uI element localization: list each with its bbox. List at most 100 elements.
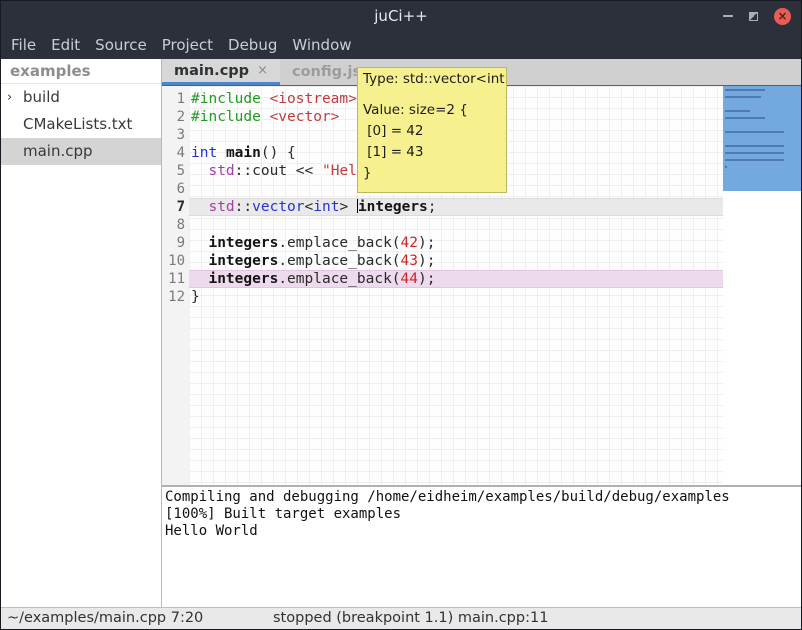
minimap-slider[interactable]	[723, 86, 802, 191]
header-area: juCi++ × File Edit Source Project Debug Windo…	[1, 1, 801, 59]
file-tree: › build CMakeLists.txt main.cpp	[1, 84, 161, 165]
code-line-10[interactable]: integers.emplace_back(43);	[189, 252, 723, 270]
code-token: .emplace_back(	[278, 271, 400, 287]
line-number[interactable]: 2	[162, 108, 189, 126]
code-line-7[interactable]: std::vector<int> integers;	[189, 198, 723, 216]
restore-icon[interactable]	[749, 12, 758, 21]
code-token: <iostream>	[270, 91, 357, 107]
output-line: [100%] Built target examples	[165, 506, 802, 523]
menu-item-debug[interactable]: Debug	[228, 36, 277, 54]
file-tree-panel: examples › build CMakeLists.txt main.cpp	[1, 59, 161, 607]
code-token: vector	[252, 199, 304, 215]
minimap-code-line	[725, 110, 750, 112]
tooltip-value-block: Value: size=2 { [0] = 42 [1] = 43}	[363, 100, 501, 184]
line-number[interactable]: 8	[162, 216, 189, 234]
window-title: juCi++	[1, 7, 801, 25]
tab-label: main.cpp	[174, 63, 249, 79]
minimize-icon[interactable]	[723, 15, 733, 17]
debug-value-tooltip: Type: std::vector<int> Value: size=2 { […	[357, 67, 507, 193]
line-number[interactable]: 1	[162, 90, 189, 108]
menu-item-file[interactable]: File	[11, 36, 36, 54]
status-file-location: ~/examples/main.cpp 7:20	[7, 610, 203, 626]
code-token: integers	[208, 235, 278, 251]
code-token	[191, 235, 208, 251]
code-token: () {	[261, 145, 296, 161]
sidebar-item-cmakelists-txt[interactable]: CMakeLists.txt	[1, 111, 161, 138]
code-token	[191, 163, 208, 179]
menu-item-project[interactable]: Project	[162, 36, 213, 54]
code-token: main	[226, 145, 261, 161]
menu-item-window[interactable]: Window	[292, 36, 351, 54]
code-token: integers	[358, 199, 428, 215]
line-number[interactable]: 4	[162, 144, 189, 162]
code-token: 42	[401, 235, 418, 251]
code-token: );	[418, 235, 435, 251]
minimap-code-line	[725, 159, 784, 161]
code-token: .emplace_back(	[278, 235, 400, 251]
file-tree-header: examples	[1, 59, 161, 84]
line-number[interactable]: 5	[162, 162, 189, 180]
code-token: .emplace_back(	[278, 253, 400, 269]
line-number-gutter[interactable]: 123456789101112	[162, 86, 189, 485]
expander-icon[interactable]: ›	[7, 84, 12, 111]
output-panel[interactable]: Compiling and debugging /home/eidheim/ex…	[162, 485, 802, 607]
menu-item-source[interactable]: Source	[95, 36, 147, 54]
code-token: integers	[208, 253, 278, 269]
line-number[interactable]: 12	[162, 288, 189, 306]
code-token: );	[418, 271, 435, 287]
app-window: juCi++ × File Edit Source Project Debug Windo…	[0, 0, 802, 630]
tab-main-cpp[interactable]: main.cpp ×	[162, 59, 280, 85]
code-line-9[interactable]: integers.emplace_back(42);	[189, 234, 723, 252]
minimap-code-line	[725, 152, 784, 154]
code-token: >	[339, 199, 356, 215]
window-controls: ×	[723, 1, 791, 31]
tooltip-value-line: [1] = 43	[363, 142, 501, 163]
code-token: #include	[191, 109, 270, 125]
sidebar-item-build[interactable]: › build	[1, 84, 161, 111]
code-token: <vector>	[270, 109, 340, 125]
close-tab-icon[interactable]: ×	[257, 63, 268, 78]
status-debug-state: stopped (breakpoint 1.1) main.cpp:11	[273, 610, 548, 626]
code-line-8[interactable]	[189, 216, 723, 234]
code-token: std	[208, 199, 234, 215]
code-token: );	[418, 253, 435, 269]
sidebar-item-main-cpp[interactable]: main.cpp	[1, 138, 161, 165]
menu-item-edit[interactable]: Edit	[51, 36, 80, 54]
code-token: }	[191, 289, 200, 305]
status-bar: ~/examples/main.cpp 7:20 stopped (breakp…	[1, 607, 801, 629]
line-number[interactable]: 9	[162, 234, 189, 252]
code-token: int	[191, 145, 217, 161]
minimap-code-line	[725, 96, 761, 98]
code-token: int	[313, 199, 339, 215]
code-line-11[interactable]: integers.emplace_back(44);	[189, 270, 723, 288]
output-line: Hello World	[165, 523, 802, 540]
tooltip-value-line: [0] = 42	[363, 121, 501, 142]
sidebar-item-label: build	[23, 88, 60, 106]
titlebar[interactable]: juCi++ ×	[1, 1, 801, 31]
close-icon[interactable]: ×	[774, 8, 791, 25]
code-token	[191, 199, 208, 215]
minimap-code-line	[725, 117, 765, 119]
minimap-code-line	[725, 145, 784, 147]
code-token: "Hel	[322, 163, 357, 179]
line-number[interactable]: 10	[162, 252, 189, 270]
code-token: 44	[401, 271, 418, 287]
sidebar-item-label: main.cpp	[23, 142, 93, 160]
minimap	[723, 86, 802, 485]
code-token: 43	[401, 253, 418, 269]
code-line-12[interactable]: }	[189, 288, 723, 306]
tooltip-value-line: }	[363, 163, 501, 184]
tooltip-type-line: Type: std::vector<int>	[363, 69, 501, 89]
code-token: #include	[191, 91, 270, 107]
line-number[interactable]: 11	[162, 270, 189, 288]
line-number[interactable]: 7	[162, 198, 189, 216]
code-token	[217, 145, 226, 161]
minimap-code-line	[725, 166, 727, 168]
line-number[interactable]: 3	[162, 126, 189, 144]
line-number[interactable]: 6	[162, 180, 189, 198]
code-token: std	[208, 163, 234, 179]
code-token	[191, 253, 208, 269]
output-line: Compiling and debugging /home/eidheim/ex…	[165, 489, 802, 506]
tooltip-value-line: Value: size=2 {	[363, 100, 501, 121]
menu-bar: File Edit Source Project Debug Window	[1, 31, 352, 59]
